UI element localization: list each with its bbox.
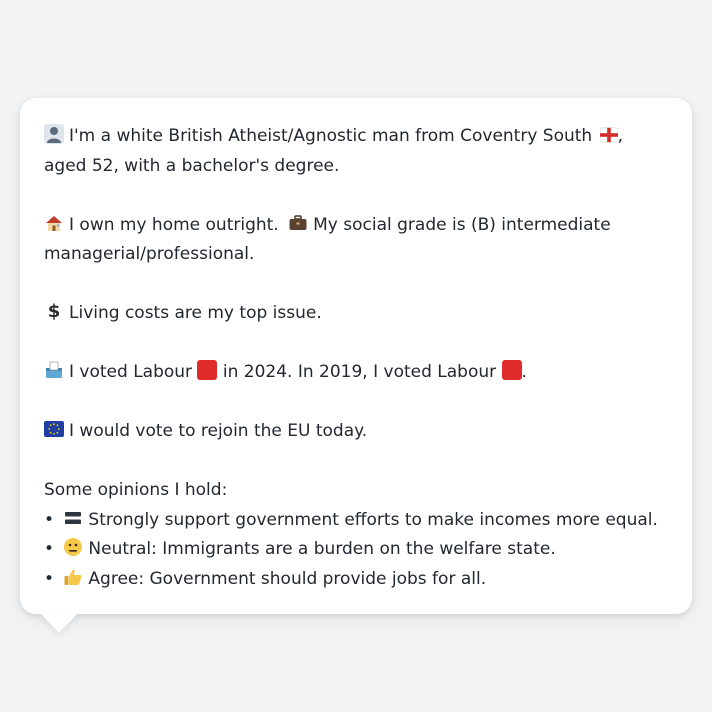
- neutral-face-icon: [64, 538, 83, 556]
- speech-bubble-tail: [40, 613, 78, 633]
- ballot-box-icon: [46, 361, 62, 378]
- eu-paragraph: I would vote to rejoin the EU today.: [44, 417, 668, 447]
- vote-mid: in 2024. In 2019, I voted Labour: [222, 362, 497, 382]
- eu-flag-icon: [44, 421, 64, 437]
- bullet: •: [44, 509, 55, 530]
- england-flag-icon: [599, 127, 618, 143]
- opinion-item: • Agree: Government should provide jobs …: [44, 565, 668, 595]
- svg-text:$: $: [48, 301, 61, 321]
- issue-text: Living costs are my top issue.: [69, 303, 322, 323]
- vote-paragraph: I voted Labour in 2024. In 2019, I voted…: [44, 358, 668, 388]
- persona-card: I'm a white British Atheist/Agnostic man…: [20, 98, 692, 614]
- opinion-item: • Strongly support government efforts to…: [44, 506, 668, 536]
- intro-text: I'm a white British Atheist/Agnostic man…: [69, 126, 593, 146]
- opinion-text: Agree: Government should provide jobs fo…: [88, 568, 487, 589]
- opinion-item: • Neutral: Immigrants are a burden on th…: [44, 535, 668, 565]
- house-icon: [46, 215, 62, 231]
- bullet: •: [44, 539, 55, 559]
- opinions-heading: Some opinions I hold:: [44, 480, 228, 500]
- thumbs-up-icon: [64, 569, 82, 585]
- dollar-sign-icon: $: [48, 301, 61, 321]
- eu-text: I would vote to rejoin the EU today.: [69, 421, 368, 441]
- home-text: I own my home outright.: [69, 214, 279, 235]
- intro-paragraph: I'm a white British Atheist/Agnostic man…: [44, 122, 668, 181]
- person-silhouette-icon: [44, 124, 64, 144]
- vote-prefix: I voted Labour: [69, 362, 193, 382]
- bullet: •: [44, 568, 55, 589]
- briefcase-icon: [289, 214, 307, 230]
- issue-paragraph: $ Living costs are my top issue.: [44, 299, 668, 329]
- vote-end: .: [521, 362, 527, 382]
- labour-red-square-icon: [197, 360, 218, 380]
- labour-red-square-icon: [501, 360, 522, 380]
- equals-icon: [65, 511, 82, 524]
- opinion-text: Neutral: Immigrants are a burden on the …: [88, 539, 556, 559]
- opinion-text: Strongly support government efforts to m…: [88, 509, 658, 530]
- home-paragraph: I own my home outright. My social grade …: [44, 211, 668, 270]
